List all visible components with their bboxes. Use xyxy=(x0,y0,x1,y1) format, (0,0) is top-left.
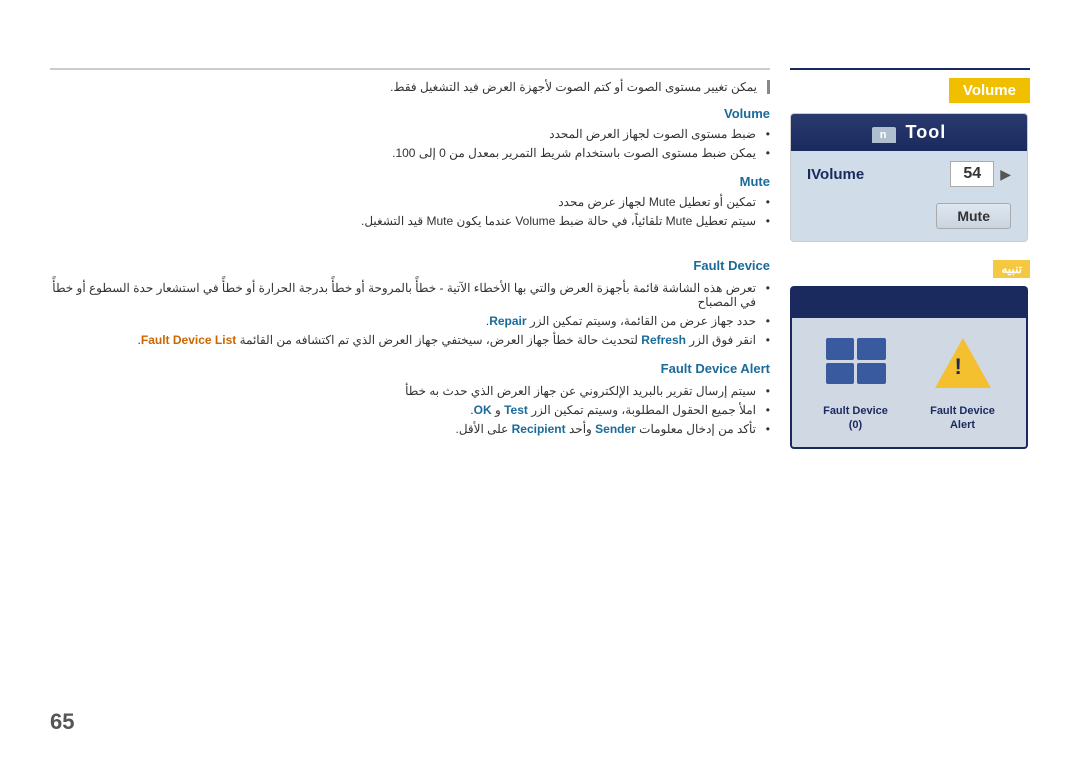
fault-ui-header xyxy=(792,288,1026,318)
mute-row: Mute xyxy=(791,197,1027,241)
caution-badge: تنبيه xyxy=(993,260,1030,278)
volume-heading: Volume xyxy=(50,106,770,121)
volume-value: 54 xyxy=(950,161,994,187)
fault-alert-heading: Fault Device Alert xyxy=(50,361,770,376)
fault-alert-bullets: سيتم إرسال تقرير بالبريد الإلكتروني عن ج… xyxy=(50,384,770,436)
top-rule-left xyxy=(50,68,770,70)
tool-title: Tool xyxy=(906,122,947,142)
mute-bullets: تمكين أو تعطيل Mute لجهاز عرض محدد سيتم … xyxy=(50,195,770,228)
fault-device-bullet-1: تعرض هذه الشاشة قائمة بأجهزة العرض والتي… xyxy=(50,281,770,309)
volume-arrow-icon[interactable]: ▶ xyxy=(1000,166,1011,183)
fault-alert-bullet-2: املأ جميع الحقول المطلوبة، وسيتم تمكين ا… xyxy=(50,403,770,417)
page-number: 65 xyxy=(50,709,74,735)
monitor-cell-2 xyxy=(857,338,886,360)
volume-section: Volume ضبط مستوى الصوت لجهاز العرض المحد… xyxy=(50,106,770,160)
fault-ui: Fault Device (0) Fault Device Alert xyxy=(790,286,1028,449)
fault-alert-section: Fault Device Alert سيتم إرسال تقرير بالب… xyxy=(50,361,770,436)
volume-field-label: IVolume xyxy=(807,166,950,183)
fault-device-bullet-3: انقر فوق الزر Refresh لتحديث حالة خطأ جه… xyxy=(50,333,770,347)
fault-alert-bullet-1: سيتم إرسال تقرير بالبريد الإلكتروني عن ج… xyxy=(50,384,770,398)
warning-triangle-icon xyxy=(935,338,991,388)
fault-alert-icon-container xyxy=(923,338,1003,398)
fault-device-bullets: تعرض هذه الشاشة قائمة بأجهزة العرض والتي… xyxy=(50,281,770,347)
volume-bullet-1: ضبط مستوى الصوت لجهاز العرض المحدد xyxy=(50,127,770,141)
fault-device-bullet-2: حدد جهاز عرض من القائمة، وسيتم تمكين الز… xyxy=(50,314,770,328)
monitor-cell-3 xyxy=(826,363,855,385)
ok-link: OK xyxy=(474,403,492,417)
tool-tab: n xyxy=(872,127,896,143)
volume-label: Volume xyxy=(949,78,1030,103)
right-panel: Volume n Tool IVolume 54 ▶ Mute تنبيه xyxy=(790,78,1030,449)
fault-device-label: Fault Device (0) xyxy=(816,404,896,433)
mute-section: Mute تمكين أو تعطيل Mute لجهاز عرض محدد … xyxy=(50,174,770,228)
mute-bullet-2: سيتم تعطيل Mute تلقائياً، في حالة ضبط Vo… xyxy=(50,214,770,228)
volume-bullets: ضبط مستوى الصوت لجهاز العرض المحدد يمكن … xyxy=(50,127,770,160)
refresh-link: Refresh xyxy=(641,333,686,347)
fault-alert-bullet-3: تأكد من إدخال معلومات Sender وأحد Recipi… xyxy=(50,422,770,436)
monitor-cell-1 xyxy=(826,338,855,360)
volume-row: IVolume 54 ▶ xyxy=(791,151,1027,197)
tool-ui: n Tool IVolume 54 ▶ Mute xyxy=(790,113,1028,242)
fault-device-icon-container xyxy=(816,338,896,398)
fault-device-heading: Fault Device xyxy=(50,258,770,273)
repair-link: Repair xyxy=(489,314,526,328)
fault-alert-item: Fault Device Alert xyxy=(923,338,1003,433)
fault-device-section: Fault Device تعرض هذه الشاشة قائمة بأجهز… xyxy=(50,258,770,347)
monitor-grid-icon xyxy=(826,338,886,384)
monitor-cell-4 xyxy=(857,363,886,385)
mute-bullet-1: تمكين أو تعطيل Mute لجهاز عرض محدد xyxy=(50,195,770,209)
fault-device-list-link: Fault Device List xyxy=(141,333,236,347)
tool-header: n Tool xyxy=(791,114,1027,151)
mute-heading: Mute xyxy=(50,174,770,189)
fault-alert-label: Fault Device Alert xyxy=(923,404,1003,433)
mute-button[interactable]: Mute xyxy=(936,203,1011,229)
fault-device-item: Fault Device (0) xyxy=(816,338,896,433)
recipient-link: Recipient xyxy=(512,422,566,436)
volume-bullet-2: يمكن ضبط مستوى الصوت باستخدام شريط التمر… xyxy=(50,146,770,160)
top-rule-right xyxy=(790,68,1030,70)
left-content: يمكن تغيير مستوى الصوت أو كتم الصوت لأجه… xyxy=(50,80,770,450)
sender-link: Sender xyxy=(595,422,636,436)
intro-text: يمكن تغيير مستوى الصوت أو كتم الصوت لأجه… xyxy=(50,80,770,94)
fault-ui-body: Fault Device (0) Fault Device Alert xyxy=(792,318,1026,447)
test-link: Test xyxy=(504,403,528,417)
caution-label-container: تنبيه xyxy=(790,260,1030,278)
